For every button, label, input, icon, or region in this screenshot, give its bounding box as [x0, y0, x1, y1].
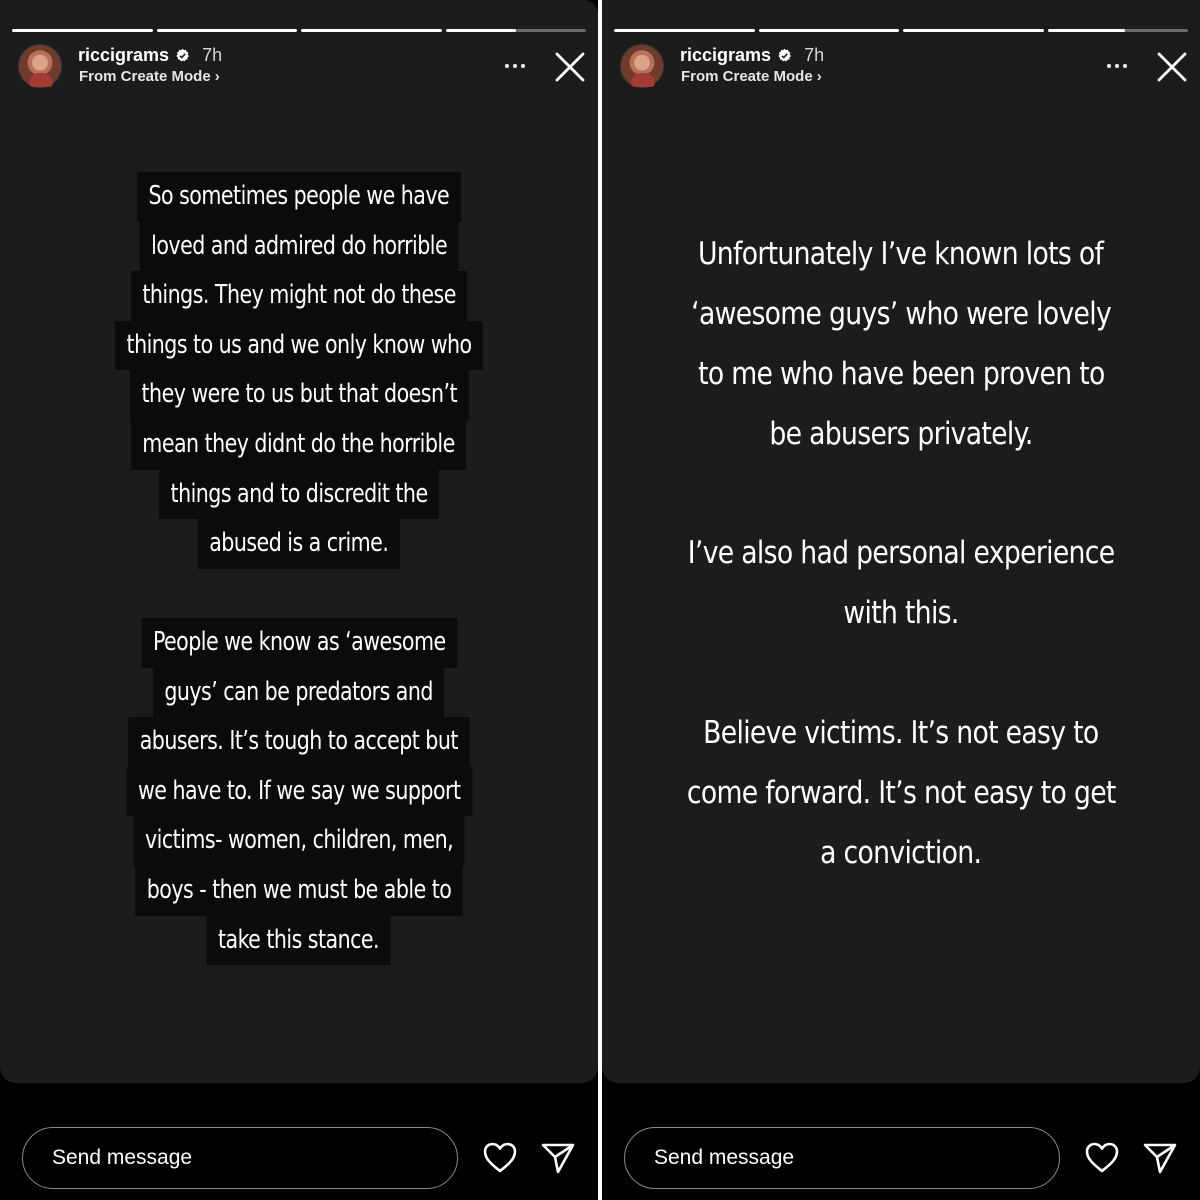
text-line: they were to us but that doesn’t — [129, 370, 469, 420]
progress-segment — [12, 29, 153, 32]
text-line: Unfortunately I’ve known lots of — [698, 236, 1104, 272]
create-mode-link[interactable]: From Create Mode › — [79, 68, 220, 85]
text-line: things to us and we only know who — [115, 320, 483, 371]
more-options-icon[interactable] — [1102, 60, 1132, 72]
verified-badge-icon — [778, 48, 792, 61]
progress-segment — [156, 29, 297, 32]
username[interactable]: riccigrams — [680, 45, 771, 66]
user-line: riccigrams 7h — [78, 43, 222, 67]
text-line: things. They might not do these — [130, 271, 468, 321]
text-line: abused is a crime. — [197, 519, 400, 569]
verified-badge-icon — [176, 48, 190, 61]
text-line: loved and admired do horrible — [139, 221, 459, 272]
user-line: riccigrams 7h — [680, 43, 824, 67]
close-icon[interactable] — [1155, 50, 1189, 84]
progress-segment — [301, 29, 442, 32]
paper-plane-icon[interactable] — [540, 1140, 576, 1176]
text-paragraph-1: So sometimes people we have loved and ad… — [0, 172, 598, 569]
create-mode-link[interactable]: From Create Mode › — [681, 68, 822, 85]
post-time: 7h — [804, 44, 825, 65]
text-line: boys - then we must be able to — [135, 865, 463, 916]
text-line: take this stance. — [207, 915, 391, 966]
text-line: to me who have been proven to — [697, 356, 1105, 392]
text-line: I’ve also had personal experience — [687, 535, 1115, 571]
text-line: victims- women, children, men, — [133, 816, 465, 866]
text-paragraph-2: People we know as ‘awesome guys’ can be … — [0, 618, 598, 966]
text-line: abusers. It’s tough to accept but — [128, 717, 470, 767]
text-line: People we know as ‘awesome — [141, 618, 457, 668]
paper-plane-icon[interactable] — [1142, 1140, 1178, 1176]
avatar[interactable] — [18, 44, 62, 88]
text-line: guys’ can be predators and — [153, 667, 445, 718]
send-message-input[interactable] — [624, 1127, 1060, 1189]
story-progress-bar — [614, 29, 1188, 32]
post-time: 7h — [202, 44, 223, 65]
subtitle: From Create Mode — [79, 68, 211, 85]
text-paragraph-3: Believe victims. It’s not easy to come f… — [602, 703, 1200, 883]
text-line: come forward. It’s not easy to get — [686, 775, 1116, 811]
progress-segment — [1047, 29, 1188, 32]
subtitle: From Create Mode — [681, 68, 813, 85]
text-line: be abusers privately. — [769, 416, 1033, 452]
text-line: So sometimes people we have — [137, 172, 461, 222]
text-line: Believe victims. It’s not easy to — [703, 715, 1099, 751]
chevron-right-icon: › — [816, 68, 822, 85]
more-options-icon[interactable] — [500, 60, 530, 72]
story-card[interactable]: riccigrams 7h From Create Mode › So some… — [0, 0, 598, 1083]
progress-segment — [445, 29, 586, 32]
send-message-input[interactable] — [22, 1127, 458, 1189]
text-line: things and to discredit the — [159, 469, 439, 520]
username[interactable]: riccigrams — [78, 45, 169, 66]
close-icon[interactable] — [553, 50, 587, 84]
chevron-right-icon: › — [214, 68, 220, 85]
heart-icon[interactable] — [482, 1140, 518, 1176]
story-progress-bar — [12, 29, 586, 32]
heart-icon[interactable] — [1084, 1140, 1120, 1176]
text-paragraph-1: Unfortunately I’ve known lots of ‘awesom… — [602, 224, 1200, 464]
text-line: ‘awesome guys’ who were lovely — [691, 296, 1112, 332]
text-paragraph-2: I’ve also had personal experience with t… — [602, 523, 1200, 643]
story-panel-left: riccigrams 7h From Create Mode › So some… — [0, 0, 598, 1200]
progress-segment — [903, 29, 1044, 32]
progress-segment — [758, 29, 899, 32]
text-line: mean they didnt do the horrible — [131, 419, 467, 470]
story-card[interactable]: riccigrams 7h From Create Mode › Unfortu… — [602, 0, 1200, 1083]
text-line: we have to. If we say we support — [126, 766, 472, 817]
avatar[interactable] — [620, 44, 664, 88]
story-panel-right: riccigrams 7h From Create Mode › Unfortu… — [602, 0, 1200, 1200]
progress-segment — [614, 29, 755, 32]
text-line: a conviction. — [820, 835, 982, 871]
text-line: with this. — [843, 595, 959, 631]
